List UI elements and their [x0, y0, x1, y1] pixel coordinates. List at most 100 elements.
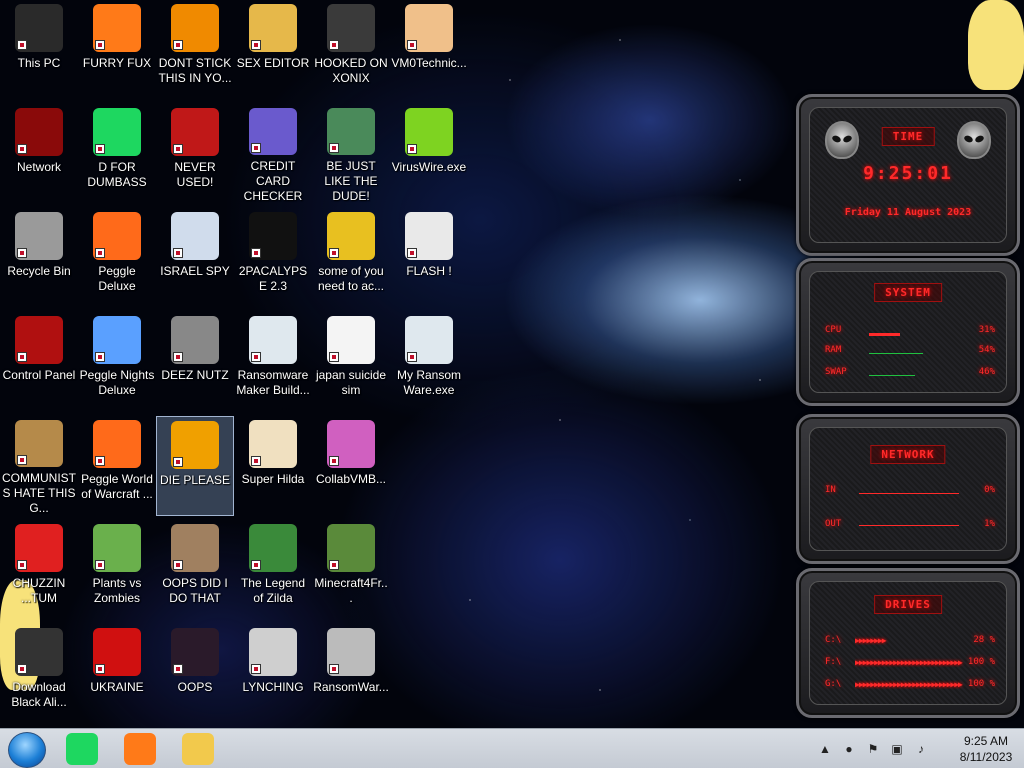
- shortcut-arrow-icon: [17, 664, 27, 674]
- portrait-icon: [171, 524, 219, 572]
- desktop-icon[interactable]: OOPS DID I DO THAT: [156, 520, 234, 620]
- peggle-nights-icon: [93, 316, 141, 364]
- shortcut-arrow-icon: [407, 40, 417, 50]
- desktop-icon[interactable]: DIE PLEASE: [156, 416, 234, 516]
- desktop-icon[interactable]: Network: [0, 104, 78, 204]
- desktop-icon[interactable]: LYNCHING: [234, 624, 312, 724]
- desktop-icon[interactable]: DEEZ NUTZ: [156, 312, 234, 412]
- shortcut-arrow-icon: [95, 248, 105, 258]
- desktop-icon-label: Download Black Ali...: [11, 680, 67, 709]
- shortcut-arrow-icon: [251, 352, 261, 362]
- shortcut-arrow-icon: [251, 248, 261, 258]
- desktop-icon[interactable]: This PC: [0, 0, 78, 100]
- desktop-icon[interactable]: FURRY FUX: [78, 0, 156, 100]
- network-icon[interactable]: ▣: [890, 742, 904, 756]
- desktop-icon[interactable]: VirusWire.exe: [390, 104, 468, 204]
- radiation-icon: [93, 628, 141, 676]
- shortcut-arrow-icon: [251, 143, 261, 154]
- desktop-icon-label: The Legend of Zilda: [240, 576, 306, 605]
- drives-widget-title: DRIVES: [874, 595, 942, 614]
- discord-taskbar-icon[interactable]: [66, 733, 98, 765]
- flag-icon[interactable]: ⚑: [866, 742, 880, 756]
- network-widget: NETWORK IN 0% OUT 1%: [796, 414, 1020, 564]
- desktop-icon[interactable]: DONT STICK THIS IN YO...: [156, 0, 234, 100]
- desktop-icon[interactable]: CollabVMB...: [312, 416, 390, 516]
- desktop-icon[interactable]: NEVER USED!: [156, 104, 234, 204]
- control-panel-icon: [15, 316, 63, 364]
- desktop-icon-label: FURRY FUX: [82, 56, 152, 70]
- shortcut-arrow-icon: [329, 143, 339, 154]
- desktop-icon[interactable]: some of you need to ac...: [312, 208, 390, 308]
- system-row-bar: [869, 333, 900, 336]
- desktop-icon[interactable]: ISRAEL SPY: [156, 208, 234, 308]
- desktop-icon[interactable]: CHUZZIN ...TUM: [0, 520, 78, 620]
- shortcut-arrow-icon: [17, 560, 27, 570]
- desktop-icon[interactable]: Recycle Bin: [0, 208, 78, 308]
- network-globe-icon[interactable]: ●: [842, 742, 856, 756]
- desktop-icon[interactable]: Control Panel: [0, 312, 78, 412]
- hxd-editor-icon: [249, 4, 297, 52]
- desktop-icon[interactable]: CREDIT CARD CHECKER: [234, 104, 312, 204]
- limewire-icon: [405, 108, 453, 156]
- desktop-icon[interactable]: Plants vs Zombies: [78, 520, 156, 620]
- desktop-icon[interactable]: Download Black Ali...: [0, 624, 78, 724]
- download-icon: [15, 628, 63, 676]
- desktop-icon[interactable]: D FOR DUMBASS: [78, 104, 156, 204]
- desktop-icon[interactable]: Peggle Nights Deluxe: [78, 312, 156, 412]
- desktop-icon[interactable]: Peggle Deluxe: [78, 208, 156, 308]
- clock-date: 8/11/2023: [959, 750, 1013, 764]
- desktop-icon-label: VM0Technic...: [391, 56, 467, 70]
- alienware-logo-icon: [825, 121, 859, 159]
- desktop-icon[interactable]: SEX EDITOR: [234, 0, 312, 100]
- file-explorer-taskbar-icon[interactable]: [182, 733, 214, 765]
- chevron-up-icon[interactable]: ▲: [818, 742, 832, 756]
- doctor-icon: [405, 4, 453, 52]
- desktop-icon[interactable]: The Legend of Zilda: [234, 520, 312, 620]
- dark-app-icon: [171, 628, 219, 676]
- time-readout: 9:25:01: [863, 163, 953, 184]
- desktop-icon[interactable]: COMMUNISTS HATE THIS G...: [0, 416, 78, 516]
- start-button[interactable]: [8, 732, 46, 768]
- firefox-taskbar-icon[interactable]: [124, 733, 156, 765]
- desktop-icon[interactable]: FLASH !: [390, 208, 468, 308]
- desktop-icon[interactable]: Peggle World of Warcraft ...: [78, 416, 156, 516]
- desktop-icon-label: VirusWire.exe: [391, 160, 467, 174]
- desktop-icon[interactable]: UKRAINE: [78, 624, 156, 724]
- desktop-icon[interactable]: RansomWar...: [312, 624, 390, 724]
- system-row-bar: [869, 375, 915, 376]
- desktop-icon[interactable]: BE JUST LIKE THE DUDE!: [312, 104, 390, 204]
- desktop-icon[interactable]: 2PACALYPSE 2.3: [234, 208, 312, 308]
- shortcut-arrow-icon: [17, 144, 27, 154]
- desktop-icon[interactable]: HOOKED ON XONIX: [312, 0, 390, 100]
- shortcut-arrow-icon: [95, 456, 105, 466]
- desktop-icon[interactable]: VM0Technic...: [390, 0, 468, 100]
- recycle-bin-icon: [15, 212, 63, 260]
- desktop-icon-label: DIE PLEASE: [159, 473, 231, 487]
- taskbar-clock[interactable]: 9:25 AM 8/11/2023: [954, 733, 1018, 765]
- wallpaper-character-top-right: [968, 0, 1024, 90]
- shortcut-arrow-icon: [407, 144, 417, 154]
- desktop-icon[interactable]: My Ransom Ware.exe: [390, 312, 468, 412]
- desktop-icon[interactable]: Minecraft4Fr...: [312, 520, 390, 620]
- minecraft-block-icon: [327, 524, 375, 572]
- money-bag-icon: [15, 420, 63, 468]
- shortcut-arrow-icon: [17, 248, 27, 258]
- drive-usage-bar: ▶▶▶▶▶▶▶▶▶▶▶▶▶▶▶▶▶▶▶▶▶▶▶▶▶▶▶▶: [855, 680, 963, 689]
- network-out-label: OUT: [825, 519, 842, 529]
- desktop-icon-label: CollabVMB...: [315, 472, 387, 486]
- desktop-icon[interactable]: Super Hilda: [234, 416, 312, 516]
- firefox-icon: [93, 4, 141, 52]
- date-readout: Friday 11 August 2023: [844, 207, 972, 218]
- desktop-icon[interactable]: Ransomware Maker Build...: [234, 312, 312, 412]
- desktop-icon-label: CREDIT CARD CHECKER: [243, 159, 303, 204]
- shortcut-arrow-icon: [329, 248, 339, 258]
- peggle-wow-icon: [93, 420, 141, 468]
- shortcut-arrow-icon: [251, 456, 261, 466]
- system-widget: SYSTEM CPU 31% RAM 54% SWAP 46%: [796, 258, 1020, 406]
- desktop-icon[interactable]: OOPS: [156, 624, 234, 724]
- system-row-label: SWAP: [825, 367, 847, 377]
- volume-icon[interactable]: ♪: [914, 742, 928, 756]
- shortcut-arrow-icon: [407, 352, 417, 362]
- desktop-icon[interactable]: japan suicide sim: [312, 312, 390, 412]
- pixel-character-icon: [249, 420, 297, 468]
